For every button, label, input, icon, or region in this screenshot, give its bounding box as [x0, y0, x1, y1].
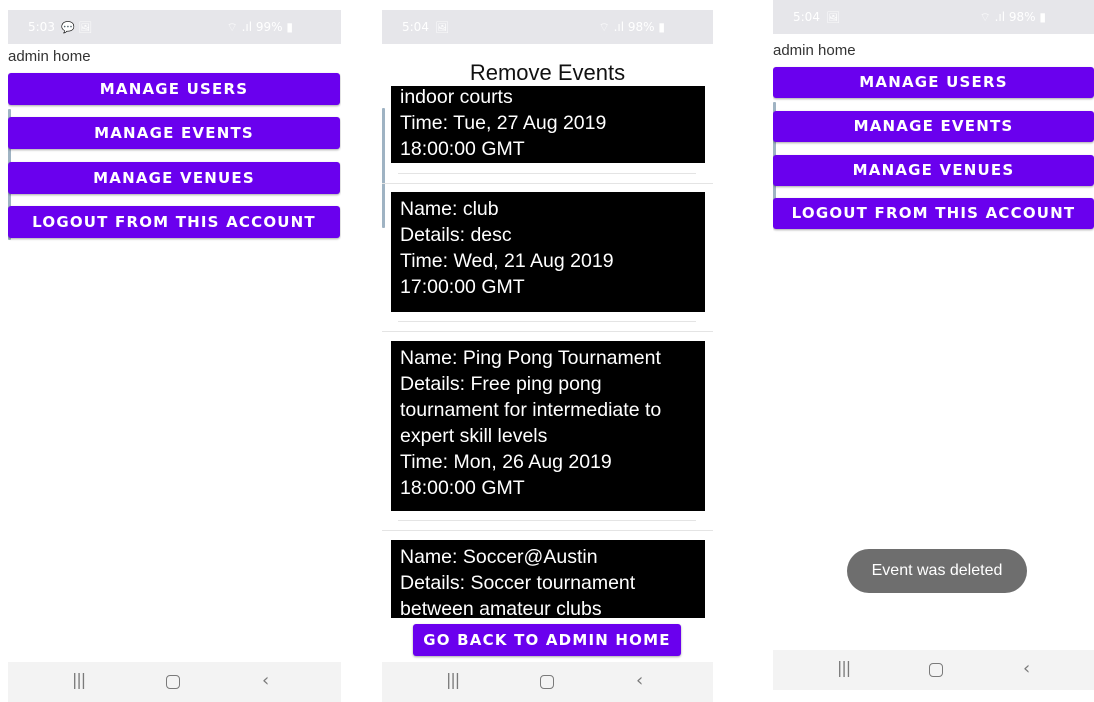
recents-icon[interactable]: ||| — [72, 670, 86, 689]
manage-users-button[interactable]: MANAGE USERS — [773, 67, 1094, 98]
status-time: 5:03 — [28, 20, 55, 34]
divider — [398, 520, 696, 521]
status-time: 5:04 — [402, 20, 429, 34]
remove-events-screen: 5:04 🖼 ⌔ .ıl 98% ▮ Remove Events indoor c… — [382, 10, 713, 702]
status-bar: 5:04 🖼 ⌔ .ıl 98% ▮ — [773, 0, 1094, 34]
manage-users-button[interactable]: MANAGE USERS — [8, 73, 340, 105]
home-icon[interactable] — [929, 663, 943, 677]
home-icon[interactable] — [540, 675, 554, 689]
event-item[interactable]: Name: club Details: desc Time: Wed, 21 A… — [391, 192, 705, 312]
status-time: 5:04 — [793, 10, 820, 24]
event-text: Name: club Details: desc Time: Wed, 21 A… — [400, 198, 614, 298]
status-bar: 5:04 🖼 ⌔ .ıl 98% ▮ — [382, 10, 713, 44]
home-icon[interactable] — [166, 675, 180, 689]
manage-events-button[interactable]: MANAGE EVENTS — [8, 117, 340, 149]
notification-icons: 🖼 — [825, 11, 840, 24]
event-text: indoor courts Time: Tue, 27 Aug 2019 18:… — [400, 86, 607, 160]
back-icon[interactable]: ‹ — [1023, 658, 1030, 679]
logout-button[interactable]: LOGOUT FROM THIS ACCOUNT — [773, 198, 1094, 229]
event-item[interactable]: Name: Soccer@Austin Details: Soccer tour… — [391, 540, 705, 618]
notification-icons: 🖼 — [434, 21, 449, 34]
divider — [398, 173, 696, 174]
divider — [382, 530, 713, 531]
navigation-bar: ||| ‹ — [773, 650, 1094, 690]
toast-message: Event was deleted — [847, 549, 1027, 593]
admin-home-screen: 5:03 💬 🖼 ⌔ .ıl 99% ▮ admin home MANAGE US… — [8, 10, 341, 702]
page-title: admin home — [773, 42, 856, 59]
manage-venues-button[interactable]: MANAGE VENUES — [8, 162, 340, 194]
divider — [382, 183, 713, 184]
notification-icons: 💬 🖼 — [60, 21, 93, 34]
navigation-bar: ||| ‹ — [8, 662, 341, 702]
recents-icon[interactable]: ||| — [837, 658, 851, 677]
divider — [398, 321, 696, 322]
system-status-icons: ⌔ .ıl 98% ▮ — [979, 10, 1046, 24]
back-icon[interactable]: ‹ — [262, 670, 269, 691]
event-item[interactable]: indoor courts Time: Tue, 27 Aug 2019 18:… — [391, 86, 705, 163]
back-icon[interactable]: ‹ — [636, 670, 643, 691]
go-back-to-admin-home-button[interactable]: GO BACK TO ADMIN HOME — [413, 624, 681, 656]
manage-events-button[interactable]: MANAGE EVENTS — [773, 111, 1094, 142]
navigation-bar: ||| ‹ — [382, 662, 713, 702]
admin-home-screen-after-delete: 5:04 🖼 ⌔ .ıl 98% ▮ admin home MANAGE USER… — [773, 0, 1094, 692]
page-title: admin home — [8, 48, 91, 65]
event-text: Name: Soccer@Austin Details: Soccer tour… — [400, 546, 636, 618]
manage-venues-button[interactable]: MANAGE VENUES — [773, 155, 1094, 186]
system-status-icons: ⌔ .ıl 98% ▮ — [598, 20, 665, 34]
status-bar: 5:03 💬 🖼 ⌔ .ıl 99% ▮ — [8, 10, 341, 44]
page-title: Remove Events — [469, 60, 626, 85]
event-list[interactable]: indoor courts Time: Tue, 27 Aug 2019 18:… — [382, 86, 713, 618]
system-status-icons: ⌔ .ıl 99% ▮ — [226, 20, 293, 34]
recents-icon[interactable]: ||| — [446, 670, 460, 689]
divider — [382, 331, 713, 332]
event-text: Name: Ping Pong Tournament Details: Free… — [400, 347, 662, 499]
logout-button[interactable]: LOGOUT FROM THIS ACCOUNT — [8, 206, 340, 238]
event-item[interactable]: Name: Ping Pong Tournament Details: Free… — [391, 341, 705, 511]
